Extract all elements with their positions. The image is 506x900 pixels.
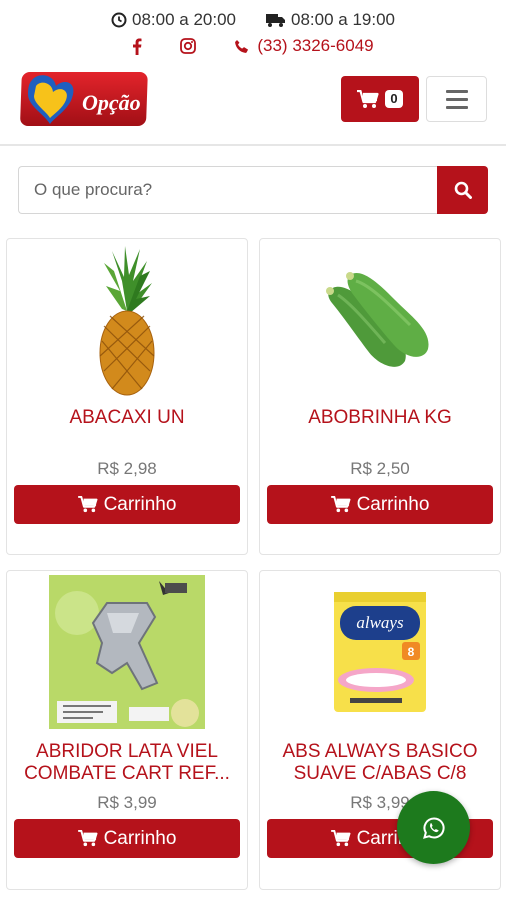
store-hours: 08:00 a 20:00 xyxy=(111,10,236,30)
instagram-icon[interactable] xyxy=(180,38,197,54)
search-input[interactable] xyxy=(18,166,437,214)
facebook-icon[interactable] xyxy=(132,38,142,55)
add-to-cart-label: Carrinho xyxy=(103,493,177,515)
product-price: R$ 2,50 xyxy=(350,459,410,478)
add-to-cart-button[interactable]: Carrinho xyxy=(267,485,493,524)
phone-link[interactable]: (33) 3326-6049 xyxy=(234,36,374,56)
product-price: R$ 3,99 xyxy=(97,793,157,812)
product-price: R$ 2,98 xyxy=(97,459,157,478)
cart-icon xyxy=(77,496,98,513)
product-name[interactable]: ABOBRINHA KG xyxy=(266,407,494,429)
phone-icon xyxy=(234,39,249,54)
product-image-can-opener[interactable] xyxy=(7,571,247,733)
store-hours-text: 08:00 a 20:00 xyxy=(132,10,236,29)
product-image-always-pads[interactable]: always 8 xyxy=(260,571,500,733)
product-name[interactable]: ABS ALWAYS BASICO SUAVE C/ABAS C/8 xyxy=(266,741,494,785)
product-card: ABRIDOR LATA VIEL COMBATE CART REF... R$… xyxy=(6,570,248,890)
search-bar xyxy=(18,166,488,214)
product-name[interactable]: ABACAXI UN xyxy=(13,407,241,429)
add-to-cart-label: Carrinho xyxy=(356,493,430,515)
svg-text:Opção: Opção xyxy=(82,90,141,115)
menu-icon-bar xyxy=(445,89,468,93)
product-card: ABOBRINHA KG R$ 2,50 Carrinho xyxy=(259,238,501,555)
phone-number: (33) 3326-6049 xyxy=(257,36,374,55)
store-logo[interactable]: Opção xyxy=(20,68,150,130)
product-name[interactable]: ABRIDOR LATA VIEL COMBATE CART REF... xyxy=(13,741,241,785)
truck-icon xyxy=(266,12,286,28)
menu-button[interactable] xyxy=(426,76,487,122)
product-image-zucchini[interactable] xyxy=(260,239,500,401)
svg-text:always: always xyxy=(356,613,404,632)
whatsapp-button[interactable] xyxy=(397,791,470,864)
site-header: Opção 0 xyxy=(0,62,506,146)
cart-icon xyxy=(77,830,98,847)
add-to-cart-button[interactable]: Carrinho xyxy=(14,819,240,858)
cart-icon xyxy=(330,496,351,513)
search-button[interactable] xyxy=(437,166,488,214)
product-image-pineapple[interactable] xyxy=(7,239,247,401)
cart-count-badge: 0 xyxy=(385,90,403,108)
search-icon xyxy=(454,181,472,199)
product-card: ABACAXI UN R$ 2,98 Carrinho xyxy=(6,238,248,555)
whatsapp-icon xyxy=(422,816,446,840)
menu-icon-bar xyxy=(445,97,468,101)
delivery-hours: 08:00 a 19:00 xyxy=(266,10,395,30)
cart-icon xyxy=(357,89,379,109)
menu-icon-bar xyxy=(445,105,468,109)
delivery-hours-text: 08:00 a 19:00 xyxy=(291,10,395,29)
clock-icon xyxy=(111,12,127,28)
svg-text:8: 8 xyxy=(408,645,415,659)
cart-button[interactable]: 0 xyxy=(341,76,419,122)
add-to-cart-label: Carrinho xyxy=(103,827,177,849)
top-info-bar: 08:00 a 20:00 08:00 a 19:00 (33) 3326-60… xyxy=(0,0,506,62)
cart-icon xyxy=(330,830,351,847)
add-to-cart-button[interactable]: Carrinho xyxy=(14,485,240,524)
